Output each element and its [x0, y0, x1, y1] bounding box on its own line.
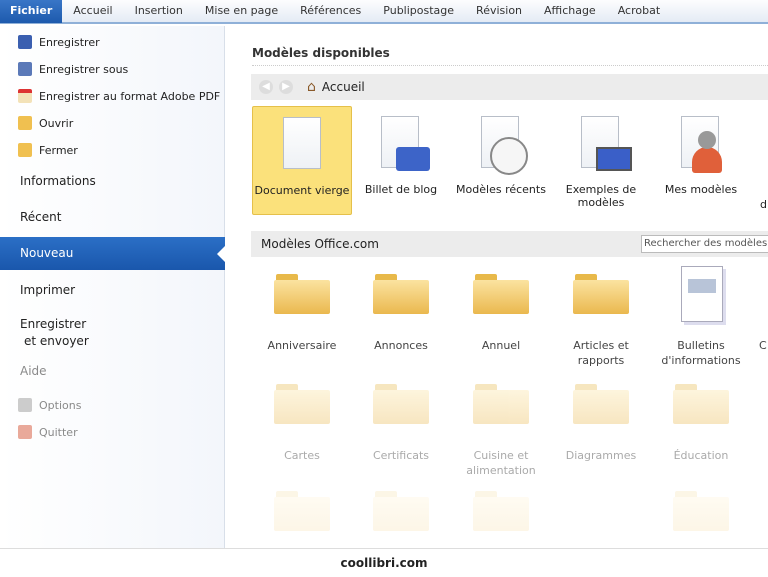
- label: Enregistrer sous: [39, 62, 129, 76]
- label: Billet de blog: [364, 183, 438, 196]
- breadcrumb-home[interactable]: Accueil: [322, 80, 365, 94]
- my-templates-icon: [681, 116, 722, 173]
- sample-templates-icon: [581, 116, 632, 171]
- close-folder-icon: [18, 143, 32, 157]
- tab-accueil[interactable]: Accueil: [62, 0, 123, 23]
- template-partial[interactable]: d: [751, 106, 768, 215]
- label: Modèles récents: [456, 183, 546, 196]
- close-command[interactable]: Fermer: [18, 143, 78, 157]
- tab-fichier[interactable]: Fichier: [0, 0, 63, 23]
- folder-icon: [573, 384, 629, 424]
- divider: [252, 65, 768, 66]
- open-folder-icon: [18, 116, 32, 130]
- label: Fermer: [39, 143, 78, 157]
- home-icon[interactable]: ⌂: [307, 79, 316, 95]
- folder-icon: [373, 384, 429, 424]
- label: C: [759, 339, 767, 352]
- page-title: Modèles disponibles: [252, 46, 390, 60]
- recent-templates-icon: [481, 116, 528, 175]
- folder-icon: [373, 491, 429, 531]
- folder-icon: [573, 274, 629, 314]
- label: Enregistrer au format Adobe PDF: [39, 89, 221, 103]
- tab-references[interactable]: Références: [289, 0, 372, 23]
- label: Enregistrer: [20, 317, 87, 331]
- label: Quitter: [39, 425, 78, 439]
- folder-icon: [473, 274, 529, 314]
- label: Exemples de modèles: [565, 183, 637, 209]
- blank-document-icon: [283, 117, 321, 169]
- backstage-sidebar: Enregistrer Enregistrer sous Enregistrer…: [0, 26, 225, 548]
- folder-icon: [373, 274, 429, 314]
- label: Annuel: [481, 339, 521, 352]
- section-title: Modèles Office.com: [261, 237, 379, 251]
- label: Certificats: [372, 449, 430, 462]
- template-modeles-recents[interactable]: Modèles récents: [451, 106, 551, 215]
- label: Cuisine et alimentation: [466, 449, 536, 477]
- label: Diagrammes: [565, 449, 637, 462]
- label: Éducation: [673, 449, 729, 462]
- sidebar-recent[interactable]: Récent: [20, 210, 61, 224]
- label: Annonces: [374, 339, 428, 352]
- label: et envoyer: [24, 334, 89, 348]
- watermark-footer: coollibri.com: [0, 548, 768, 576]
- label: Enregistrer: [39, 35, 100, 49]
- new-document-panel: Modèles disponibles ◀ ▶ ⌂ Accueil Docume…: [226, 26, 768, 548]
- back-arrow-icon[interactable]: ◀: [259, 80, 273, 94]
- sidebar-informations[interactable]: Informations: [20, 174, 96, 188]
- tab-publipostage[interactable]: Publipostage: [372, 0, 465, 23]
- breadcrumb: ◀ ▶ ⌂ Accueil: [251, 74, 768, 100]
- label: Ouvrir: [39, 116, 74, 130]
- folder-icon: [473, 384, 529, 424]
- template-exemples-de-modeles[interactable]: Exemples de modèles: [551, 106, 651, 215]
- label: Anniversaire: [267, 339, 337, 352]
- save-icon: [18, 35, 32, 49]
- save-as-icon: [18, 62, 32, 76]
- forward-arrow-icon[interactable]: ▶: [279, 80, 293, 94]
- folder-icon: [473, 491, 529, 531]
- save-command[interactable]: Enregistrer: [18, 35, 100, 49]
- office-templates-header: Modèles Office.com Rechercher des modèle…: [251, 231, 768, 257]
- tab-revision[interactable]: Révision: [465, 0, 533, 23]
- folder-icon: [673, 384, 729, 424]
- folder-icon: [274, 274, 330, 314]
- quit-command[interactable]: Quitter: [18, 425, 78, 439]
- newsletter-icon: [681, 266, 723, 322]
- sidebar-imprimer[interactable]: Imprimer: [20, 283, 75, 297]
- sidebar-nouveau[interactable]: Nouveau: [0, 237, 225, 270]
- blog-post-icon: [381, 116, 430, 171]
- ribbon-tabs: Fichier Accueil Insertion Mise en page R…: [0, 0, 768, 24]
- label: Articles et rapports: [573, 339, 629, 367]
- save-pdf-command[interactable]: Enregistrer au format Adobe PDF: [18, 89, 220, 103]
- label: Cartes: [284, 449, 320, 462]
- label: Options: [39, 398, 82, 412]
- tab-insertion[interactable]: Insertion: [124, 0, 194, 23]
- options-icon: [18, 398, 32, 412]
- tab-mise-en-page[interactable]: Mise en page: [194, 0, 289, 23]
- template-document-vierge[interactable]: Document vierge: [252, 106, 352, 215]
- sidebar-aide[interactable]: Aide: [20, 364, 47, 378]
- label: Mes modèles: [664, 183, 738, 196]
- label: Document vierge: [254, 184, 350, 197]
- folder-icon: [673, 491, 729, 531]
- open-command[interactable]: Ouvrir: [18, 116, 73, 130]
- tab-acrobat[interactable]: Acrobat: [607, 0, 671, 23]
- label: d: [760, 198, 767, 211]
- template-billet-de-blog[interactable]: Billet de blog: [351, 106, 451, 215]
- save-as-command[interactable]: Enregistrer sous: [18, 62, 128, 76]
- label: Bulletins d'informations: [661, 339, 741, 367]
- template-search-input[interactable]: Rechercher des modèles su: [641, 235, 768, 253]
- quit-icon: [18, 425, 32, 439]
- tab-affichage[interactable]: Affichage: [533, 0, 607, 23]
- options-command[interactable]: Options: [18, 398, 81, 412]
- folder-icon: [274, 491, 330, 531]
- sidebar-enregistrer-envoyer[interactable]: Enregistrer et envoyer: [20, 316, 89, 350]
- pdf-icon: [18, 89, 32, 103]
- template-mes-modeles[interactable]: Mes modèles: [651, 106, 751, 215]
- folder-icon: [274, 384, 330, 424]
